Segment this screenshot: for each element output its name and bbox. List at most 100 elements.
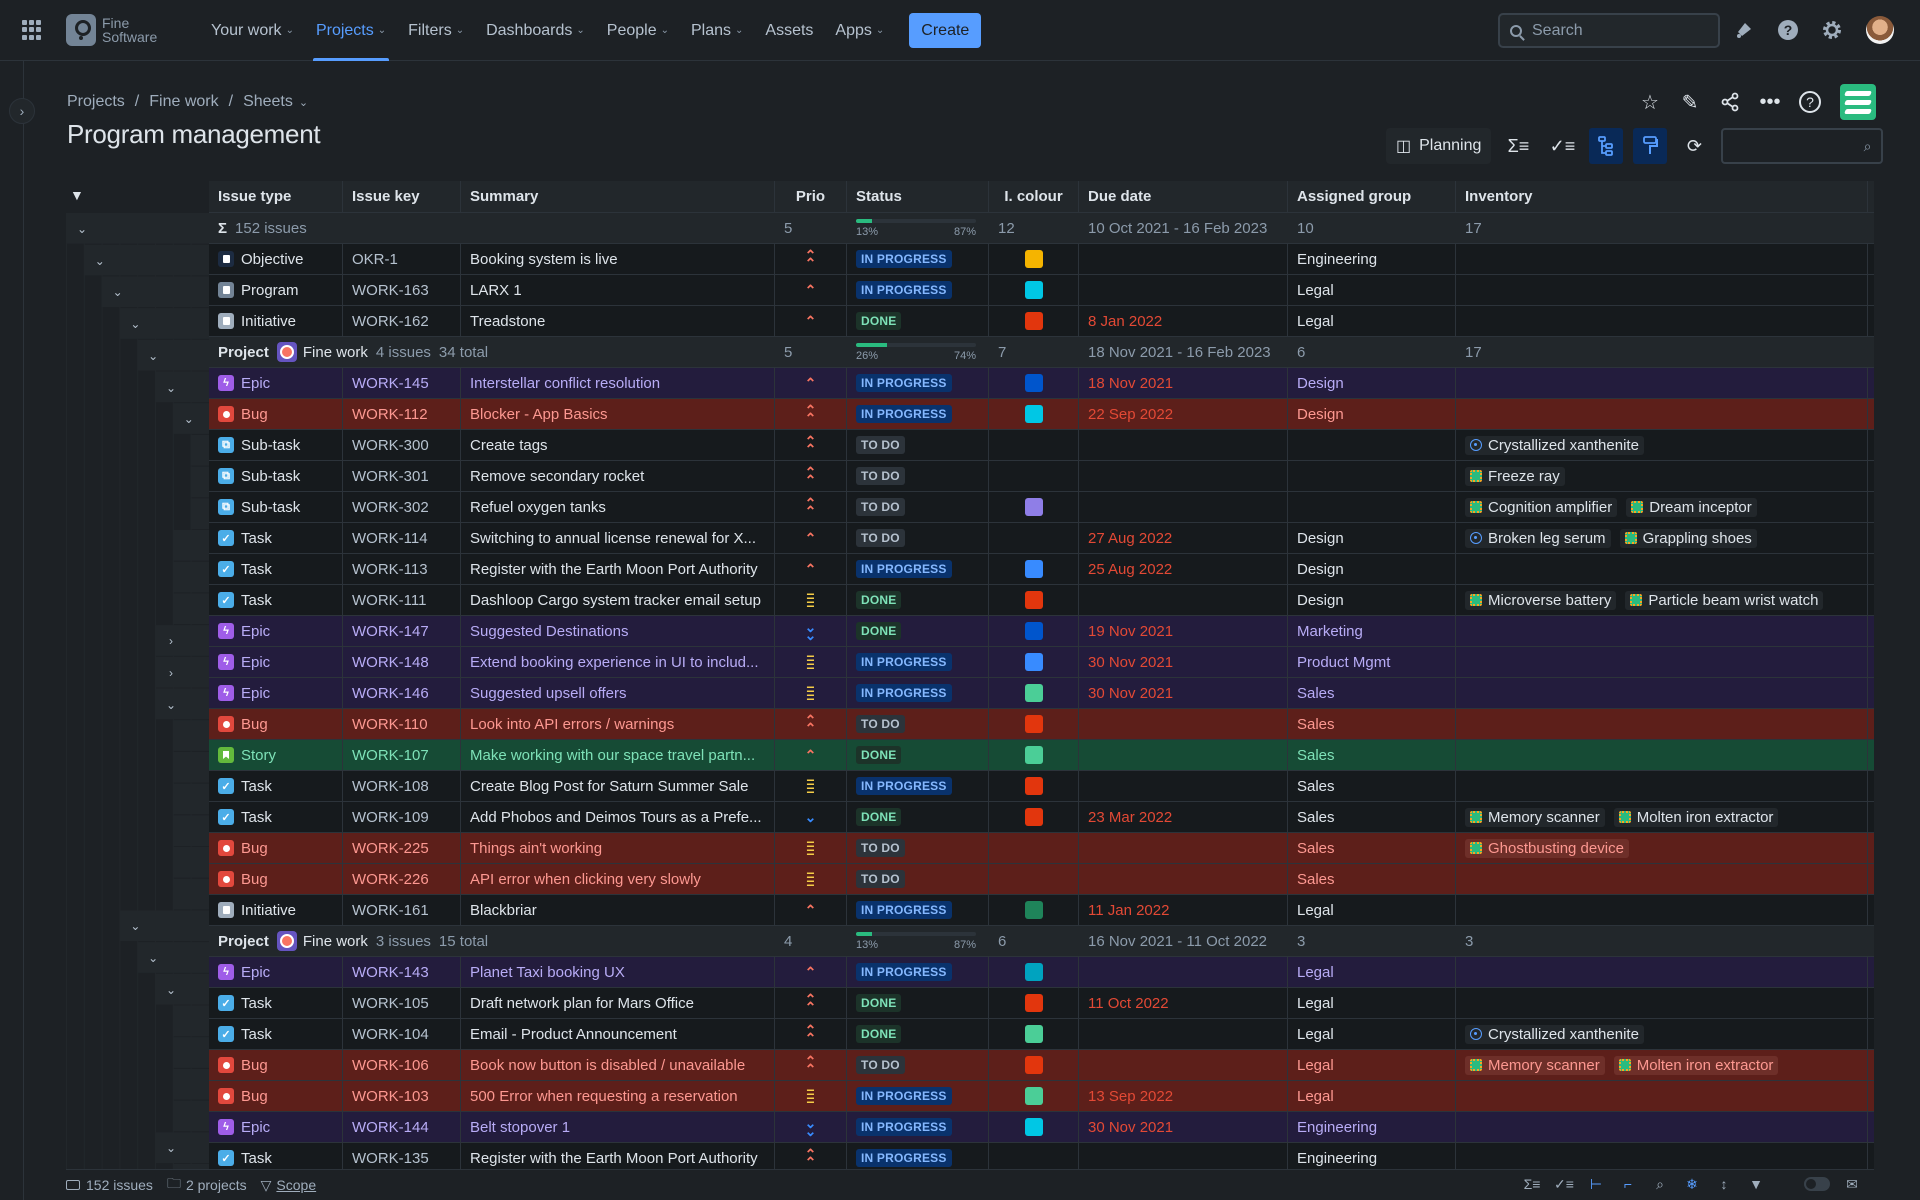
colour-swatch[interactable] xyxy=(1024,498,1043,516)
status-badge[interactable]: TO DO xyxy=(856,467,905,485)
table-row[interactable]: ϟ Epic WORK-147 Suggested Destinations ⌄ ⌄ DON… xyxy=(209,616,1874,647)
table-row[interactable]: ✓ Task WORK-108 Create Blog Post for Saturn… xyxy=(209,771,1874,802)
table-row[interactable]: Initiative WORK-161 Blackbriar ⌃ IN PROGRESS… xyxy=(209,895,1874,926)
issue-summary[interactable]: Suggested upsell offers xyxy=(461,678,775,708)
more-options-icon[interactable]: ••• xyxy=(1756,88,1784,116)
due-date[interactable]: 11 Oct 2022 xyxy=(1079,988,1288,1018)
assigned-group[interactable]: Engineering xyxy=(1288,244,1456,274)
due-date[interactable]: 30 Nov 2021 xyxy=(1079,678,1288,708)
assigned-group[interactable]: Design xyxy=(1288,368,1456,398)
issue-key[interactable]: WORK-109 xyxy=(343,802,461,832)
issue-key[interactable]: WORK-300 xyxy=(343,430,461,460)
collapse-row-toggle[interactable]: ⌄ xyxy=(159,1136,183,1160)
issue-summary[interactable]: API error when clicking very slowly xyxy=(461,864,775,894)
colour-swatch[interactable] xyxy=(1024,963,1043,981)
due-date[interactable]: 30 Nov 2021 xyxy=(1079,647,1288,677)
issue-summary[interactable]: Refuel oxygen tanks xyxy=(461,492,775,522)
sheets-app-logo[interactable] xyxy=(1840,84,1876,120)
due-date[interactable]: 8 Jan 2022 xyxy=(1079,306,1288,336)
table-row[interactable]: Bug WORK-103 500 Error when requesting a r… xyxy=(209,1081,1874,1112)
collapse-row-toggle[interactable]: ⌄ xyxy=(177,407,201,431)
due-date[interactable] xyxy=(1079,430,1288,460)
inventory-tag[interactable]: Memory scanner xyxy=(1465,1055,1605,1075)
assigned-group[interactable]: Design xyxy=(1288,585,1456,615)
sum-columns-icon[interactable]: Σ≡ xyxy=(1522,1174,1542,1194)
breadcrumb-fine-work[interactable]: Fine work xyxy=(149,93,218,111)
edit-icon[interactable]: ✎ xyxy=(1676,88,1704,116)
table-row[interactable]: Program WORK-163 LARX 1 ⌃ IN PROGRESS Legal xyxy=(209,275,1874,306)
app-switcher-icon[interactable] xyxy=(22,20,42,40)
assigned-group[interactable]: Product Mgmt xyxy=(1288,647,1456,677)
table-row[interactable]: ϟ Epic WORK-148 Extend booking experience i… xyxy=(209,647,1874,678)
colour-swatch[interactable] xyxy=(1024,560,1043,578)
status-badge[interactable]: TO DO xyxy=(856,870,905,888)
table-row[interactable]: ✓ Task WORK-135 Register with the Earth Moo… xyxy=(209,1143,1874,1169)
colour-swatch[interactable] xyxy=(1024,746,1043,764)
assigned-group[interactable]: Legal xyxy=(1288,1050,1456,1080)
table-row[interactable]: ✓ Task WORK-113 Register with the Earth Moo… xyxy=(209,554,1874,585)
table-row[interactable]: ⧉ Sub-task WORK-301 Remove secondary rocket… xyxy=(209,461,1874,492)
create-button[interactable]: Create xyxy=(909,13,982,48)
colour-swatch[interactable] xyxy=(1024,1118,1043,1136)
status-badge[interactable]: IN PROGRESS xyxy=(856,901,952,919)
avatar[interactable] xyxy=(1866,16,1894,44)
planning-button[interactable]: ◫ Planning xyxy=(1386,128,1492,164)
table-row[interactable]: Bug WORK-110 Look into API errors / warnin… xyxy=(209,709,1874,740)
due-date[interactable]: 18 Nov 2021 xyxy=(1079,368,1288,398)
issue-summary[interactable]: Blocker - App Basics xyxy=(461,399,775,429)
collapse-row-toggle[interactable]: ⌄ xyxy=(106,280,130,304)
assigned-group[interactable] xyxy=(1288,492,1456,522)
column-header-issue-key[interactable]: Issue key xyxy=(343,181,461,212)
paint-roller-icon[interactable] xyxy=(1633,128,1668,164)
assigned-group[interactable]: Sales xyxy=(1288,833,1456,863)
sum-columns-icon[interactable]: Σ≡ xyxy=(1501,128,1535,164)
issue-key[interactable]: WORK-225 xyxy=(343,833,461,863)
issue-summary[interactable]: Register with the Earth Moon Port Author… xyxy=(461,1143,775,1169)
nav-item-your-work[interactable]: Your work ⌄ xyxy=(200,0,305,61)
assigned-group[interactable]: Sales xyxy=(1288,802,1456,832)
expand-row-toggle[interactable]: › xyxy=(159,661,183,685)
assigned-group[interactable]: Sales xyxy=(1288,709,1456,739)
status-badge[interactable]: DONE xyxy=(856,591,902,609)
assigned-group[interactable]: Legal xyxy=(1288,306,1456,336)
assigned-group[interactable]: Sales xyxy=(1288,740,1456,770)
nav-item-dashboards[interactable]: Dashboards ⌄ xyxy=(475,0,596,61)
status-badge[interactable]: TO DO xyxy=(856,498,905,516)
status-badge[interactable]: IN PROGRESS xyxy=(856,405,952,423)
status-badge[interactable]: IN PROGRESS xyxy=(856,777,952,795)
column-header-due-date[interactable]: Due date xyxy=(1079,181,1288,212)
due-date[interactable]: 30 Nov 2021 xyxy=(1079,1112,1288,1142)
due-date[interactable] xyxy=(1079,492,1288,522)
status-badge[interactable]: IN PROGRESS xyxy=(856,281,952,299)
issue-key[interactable]: WORK-112 xyxy=(343,399,461,429)
status-badge[interactable]: TO DO xyxy=(856,436,905,454)
assigned-group[interactable]: Legal xyxy=(1288,1081,1456,1111)
due-date[interactable] xyxy=(1079,957,1288,987)
scope-link[interactable]: ▽ Scope xyxy=(261,1177,316,1194)
assigned-group[interactable] xyxy=(1288,461,1456,491)
due-date[interactable]: 25 Aug 2022 xyxy=(1079,554,1288,584)
issue-key[interactable]: WORK-163 xyxy=(343,275,461,305)
due-date[interactable]: 11 Jan 2022 xyxy=(1079,895,1288,925)
inventory-tag[interactable]: Molten iron extractor xyxy=(1613,1055,1779,1075)
due-date[interactable] xyxy=(1079,461,1288,491)
chevron-down-icon[interactable]: ⌄ xyxy=(299,96,308,109)
column-header-issue-type[interactable]: Issue type xyxy=(209,181,343,212)
issue-summary[interactable]: Booking system is live xyxy=(461,244,775,274)
status-badge[interactable]: TO DO xyxy=(856,1056,905,1074)
issue-key[interactable]: WORK-161 xyxy=(343,895,461,925)
issue-key[interactable]: WORK-106 xyxy=(343,1050,461,1080)
issue-key[interactable]: WORK-104 xyxy=(343,1019,461,1049)
status-badge[interactable]: IN PROGRESS xyxy=(856,374,952,392)
due-date[interactable] xyxy=(1079,585,1288,615)
status-badge[interactable]: TO DO xyxy=(856,715,905,733)
due-date[interactable]: 27 Aug 2022 xyxy=(1079,523,1288,553)
nav-item-projects[interactable]: Projects ⌄ xyxy=(305,0,397,61)
issue-key[interactable]: WORK-147 xyxy=(343,616,461,646)
status-badge[interactable]: IN PROGRESS xyxy=(856,1087,952,1105)
column-header-issue-colour[interactable]: I. colour xyxy=(989,181,1079,212)
table-row[interactable]: ✓ Task WORK-114 Switching to annual license… xyxy=(209,523,1874,554)
status-badge[interactable]: IN PROGRESS xyxy=(856,250,952,268)
issue-summary[interactable]: Belt stopover 1 xyxy=(461,1112,775,1142)
project-name[interactable]: Fine work xyxy=(303,344,368,361)
